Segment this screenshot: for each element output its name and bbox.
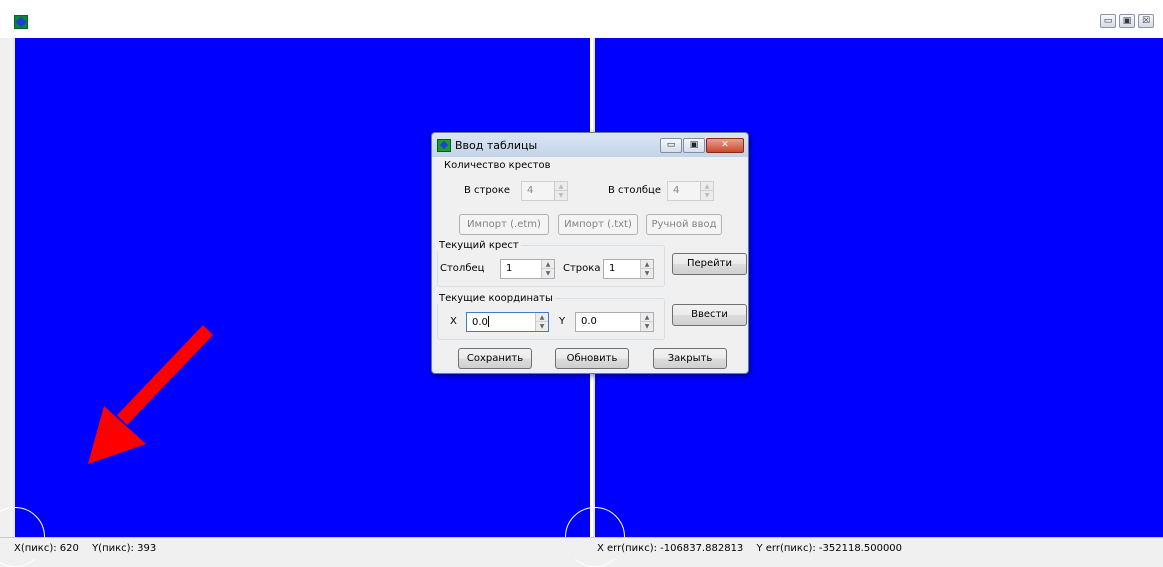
- spin-down-icon[interactable]: ▼: [641, 322, 653, 331]
- spin-up-icon: ▲: [555, 182, 567, 191]
- goto-button[interactable]: Перейти: [672, 253, 747, 275]
- row-label: Строка: [563, 263, 601, 274]
- enter-button[interactable]: Ввести: [672, 304, 747, 326]
- spin-up-icon: ▲: [701, 182, 713, 191]
- row-value: 1: [609, 263, 616, 274]
- refresh-button[interactable]: Обновить: [555, 348, 629, 369]
- dialog-minimize-button[interactable]: ▭: [660, 138, 682, 153]
- current-cross-label: Текущий крест: [437, 240, 521, 251]
- y-pixel-readout: Y(пикс): 393: [92, 543, 157, 554]
- row-stepper[interactable]: 1 ▲ ▼: [603, 259, 654, 279]
- y-coordinate-input[interactable]: 0.0 ▲ ▼: [575, 312, 654, 332]
- import-txt-button[interactable]: Импорт (.txt): [558, 214, 638, 235]
- dialog-title-bar[interactable]: Ввод таблицы ▭ ▣ ✕: [432, 133, 748, 157]
- column-stepper[interactable]: 1 ▲ ▼: [500, 259, 555, 279]
- import-etm-button[interactable]: Импорт (.etm): [459, 214, 549, 235]
- close-dialog-button[interactable]: Закрыть: [653, 348, 727, 369]
- column-label: Столбец: [440, 263, 485, 274]
- status-bar: X(пикс): 620 Y(пикс): 393 X err(пикс): -…: [0, 537, 1163, 559]
- per-row-stepper: 4 ▲ ▼: [521, 181, 568, 201]
- per-row-label: В строке: [464, 185, 511, 196]
- error-coords: X err(пикс): -106837.882813 Y err(пикс):…: [597, 543, 912, 554]
- spin-down-icon[interactable]: ▼: [542, 269, 554, 278]
- y-label: Y: [559, 316, 566, 327]
- current-coords-group: Текущие координаты X 0.0 ▲ ▼ Y 0.0 ▲ ▼: [437, 293, 665, 340]
- spin-up-icon[interactable]: ▲: [542, 260, 554, 269]
- dialog-title: Ввод таблицы: [455, 139, 538, 152]
- spin-down-icon: ▼: [704, 192, 710, 199]
- spin-up-icon[interactable]: ▲: [641, 260, 653, 269]
- column-value: 1: [506, 263, 513, 274]
- spin-down-icon: ▼: [558, 192, 564, 199]
- dialog-app-icon: [437, 139, 451, 152]
- x-label: X: [450, 316, 457, 327]
- per-col-value: 4: [673, 185, 680, 196]
- current-coords-label: Текущие координаты: [437, 293, 555, 304]
- close-button[interactable]: ☒: [1138, 14, 1154, 28]
- y-coordinate-value: 0.0: [581, 316, 597, 327]
- per-col-label: В столбце: [608, 185, 661, 196]
- dialog-close-button[interactable]: ✕: [706, 138, 744, 153]
- dialog-body: Количество крестов В строке 4 ▲ ▼ В столб…: [435, 157, 747, 370]
- current-cross-group: Текущий крест Столбец 1 ▲ ▼ Строка 1 ▲ ▼: [437, 240, 665, 287]
- x-error-readout: X err(пикс): -106837.882813: [597, 543, 744, 554]
- dialog-maximize-button[interactable]: ▣: [683, 138, 705, 153]
- cross-count-label: Количество крестов: [442, 160, 553, 171]
- per-col-stepper: 4 ▲ ▼: [667, 181, 714, 201]
- per-row-value: 4: [527, 185, 534, 196]
- spin-down-icon[interactable]: ▼: [641, 269, 653, 278]
- pixel-coords: X(пикс): 620 Y(пикс): 393: [14, 543, 166, 554]
- minimize-button[interactable]: ▭: [1100, 14, 1116, 28]
- y-error-readout: Y err(пикс): -352118.500000: [756, 543, 903, 554]
- maximize-button[interactable]: ▣: [1119, 14, 1135, 28]
- spin-up-icon[interactable]: ▲: [536, 313, 548, 322]
- red-arrow-icon: [88, 325, 214, 464]
- text-caret: [487, 316, 489, 327]
- spin-up-icon[interactable]: ▲: [641, 313, 653, 322]
- manual-input-button[interactable]: Ручной ввод: [646, 214, 722, 235]
- save-button[interactable]: Сохранить: [458, 348, 532, 369]
- spin-down-icon[interactable]: ▼: [536, 322, 548, 331]
- main-title-bar: ▭ ▣ ☒: [0, 0, 1163, 38]
- cross-count-group: Количество крестов В строке 4 ▲ ▼ В столб…: [440, 160, 743, 210]
- table-input-dialog: Ввод таблицы ▭ ▣ ✕ Количество крестов В …: [431, 132, 749, 374]
- app-icon[interactable]: [14, 15, 28, 29]
- x-pixel-readout: X(пикс): 620: [14, 543, 79, 554]
- x-coordinate-input[interactable]: 0.0 ▲ ▼: [466, 312, 549, 332]
- x-coordinate-value: 0.0: [472, 316, 489, 328]
